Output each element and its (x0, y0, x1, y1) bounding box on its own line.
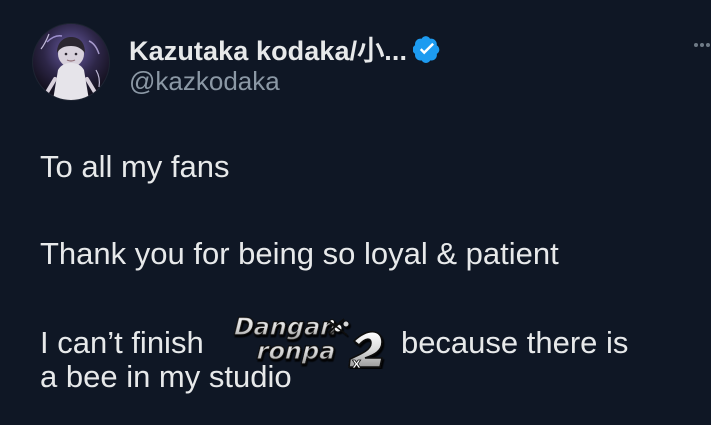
logo-mark: x (352, 356, 361, 369)
tweet-line-3-end: because there is (400, 325, 629, 361)
verified-badge-icon (412, 35, 441, 63)
tweet-line-2: Thank you for being so loyal & patient (40, 236, 559, 271)
more-icon[interactable] (694, 41, 710, 49)
more-dot (694, 43, 698, 47)
danganronpa-2-logo: Dangan ronpa x 2 (220, 311, 388, 372)
tweet-line-1: To all my fans (40, 149, 230, 184)
avatar-image (33, 24, 109, 100)
tweet-card: Kazutaka kodaka/小... @kazkodaka To all m… (0, 0, 711, 425)
more-dot (700, 43, 704, 47)
tweet-line-3-start: I can’t finish (40, 325, 204, 361)
logo-word-2: ronpa (254, 336, 340, 365)
profile-avatar[interactable] (33, 24, 109, 100)
tweet-text: To all my fans Thank you for being so lo… (40, 149, 690, 395)
tweet-line-3: I can’t finish Dangan ronpa x because th… (40, 312, 690, 373)
profile-handle[interactable]: @kazkodaka (129, 66, 280, 97)
display-name[interactable]: Kazutaka kodaka/小... (129, 29, 407, 68)
profile-name-row[interactable]: Kazutaka kodaka/小... (129, 29, 441, 68)
more-dot (706, 43, 710, 47)
